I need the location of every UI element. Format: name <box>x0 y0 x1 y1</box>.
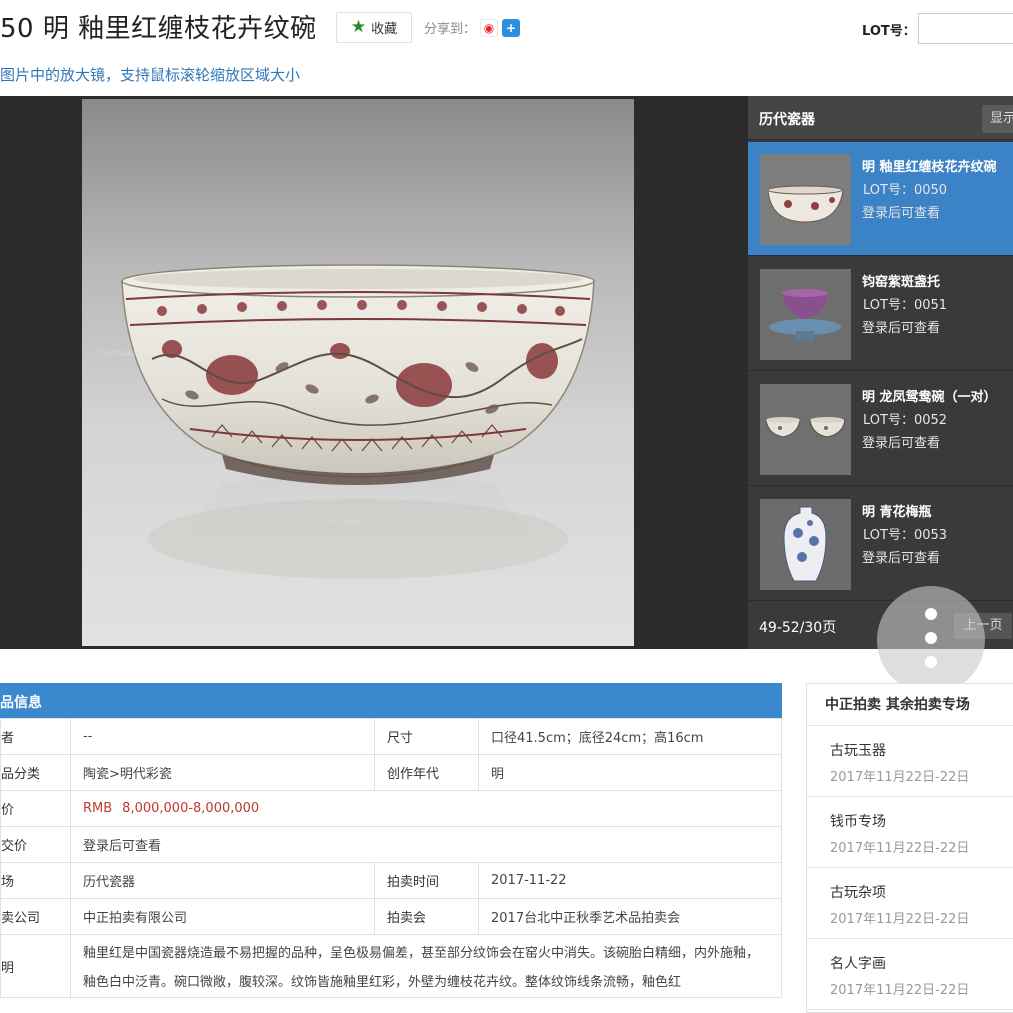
table-row: 交价 登录后可查看 <box>0 826 782 863</box>
show-button[interactable]: 显示 <box>982 105 1013 133</box>
table-row: 场 历代瓷器 拍卖时间 2017-11-22 <box>0 862 782 899</box>
thumbnail-name: 明 釉里红缠枝花卉纹碗 <box>862 160 997 175</box>
share-bar: 分享到： ◉ + <box>424 18 521 37</box>
estimate-key: 价 <box>0 790 71 827</box>
session-name: 钱币专场 <box>830 814 886 830</box>
deal-price-login-link[interactable]: 登录后可查看 <box>70 826 782 863</box>
session-date: 2017年11月22日-22日 <box>830 983 970 998</box>
lot-search-input[interactable] <box>918 13 1013 44</box>
size-key: 尺寸 <box>374 718 479 755</box>
thumbnail-login-hint: 登录后可查看 <box>862 321 941 336</box>
thumbnail-image <box>760 269 851 360</box>
session-list-item[interactable]: 钱币专场 2017年11月22日-22日 <box>807 797 1013 868</box>
thumbnail-lot: LOT号：0053 <box>863 528 948 543</box>
auction-date-key: 拍卖时间 <box>374 862 479 899</box>
thumbnail-name: 明 青花梅瓶 <box>862 505 932 520</box>
era-key: 创作年代 <box>374 754 479 791</box>
table-row: 明 釉里红是中国瓷器烧造最不易把握的品种，呈色极易偏差，甚至部分纹饰会在窑火中消… <box>0 934 782 998</box>
magnifier-tip: 图片中的放大镜，支持鼠标滚轮缩放区域大小 <box>0 66 301 84</box>
table-row: 价 RMB 8,000,000-8,000,000 <box>0 790 782 827</box>
session-list-item[interactable]: 古玩玉器 2017年11月22日-22日 <box>807 726 1013 797</box>
table-row: 卖公司 中正拍卖有限公司 拍卖会 2017台北中正秋季艺术品拍卖会 <box>0 898 782 935</box>
session-name: 古玩玉器 <box>830 743 886 759</box>
favorite-button[interactable]: ★ 收藏 <box>336 12 412 43</box>
auction-value: 2017台北中正秋季艺术品拍卖会 <box>478 898 782 935</box>
watermark-bottom: ©emaker <box>322 517 365 527</box>
thumbnail-item[interactable]: 钧窑紫斑盏托 LOT号：0051 登录后可查看 <box>748 257 1013 371</box>
era-value: 明 <box>478 754 782 791</box>
main-photo[interactable]: ©emaker ©emaker <box>82 99 634 646</box>
share-label: 分享到： <box>424 22 477 37</box>
info-header: 品信息 <box>0 683 782 718</box>
thumbnail-image <box>760 384 851 475</box>
thumbnail-item[interactable]: 明 青花梅瓶 LOT号：0053 登录后可查看 <box>748 487 1013 601</box>
thumbnail-lot: LOT号：0051 <box>863 298 948 313</box>
estimate-range: 8,000,000-8,000,000 <box>122 801 260 816</box>
thumbnail-lot: LOT号：0052 <box>863 413 948 428</box>
table-row: 品分类 陶瓷>明代彩瓷 创作年代 明 <box>0 754 782 791</box>
menu-dot-icon <box>925 632 937 644</box>
session-list-item[interactable]: 名人字画 2017年11月22日-22日 <box>807 939 1013 1010</box>
estimate-value: RMB 8,000,000-8,000,000 <box>70 790 782 827</box>
deal-price-key: 交价 <box>0 826 71 863</box>
thumbnail-image <box>760 499 851 590</box>
session-key: 场 <box>0 862 71 899</box>
thumbnail-name: 明 龙凤鸳鸯碗（一对） <box>862 390 997 405</box>
thumbnail-image <box>760 154 851 245</box>
page-indicator: 49-52/30页 <box>759 620 837 636</box>
info-title: 品信息 <box>0 695 42 711</box>
category-key: 品分类 <box>0 754 71 791</box>
thumbnail-panel: 历代瓷器 显示 明 釉里红缠枝花卉纹碗 LOT号：0050 登录后可查看 钧窑紫… <box>748 96 1013 649</box>
session-date: 2017年11月22日-22日 <box>830 841 970 856</box>
thumbnail-item[interactable]: 明 釉里红缠枝花卉纹碗 LOT号：0050 登录后可查看 <box>748 142 1013 256</box>
weibo-icon[interactable]: ◉ <box>480 18 499 37</box>
menu-dot-icon <box>925 608 937 620</box>
session-date: 2017年11月22日-22日 <box>830 912 970 927</box>
estimate-currency: RMB <box>83 801 113 816</box>
auction-date-value: 2017-11-22 <box>478 862 782 899</box>
thumbnail-lot: LOT号：0050 <box>863 183 948 198</box>
favorite-label: 收藏 <box>371 22 398 37</box>
star-icon: ★ <box>350 17 367 37</box>
description-key: 明 <box>0 934 71 998</box>
session-list-item[interactable]: 古玩杂项 2017年11月22日-22日 <box>807 868 1013 939</box>
thumbnail-panel-title: 历代瓷器 <box>759 112 815 128</box>
thumbnail-login-hint: 登录后可查看 <box>862 206 941 221</box>
session-name: 古玩杂项 <box>830 885 886 901</box>
image-viewer[interactable]: ©emaker ©emaker <box>0 96 748 649</box>
menu-dot-icon <box>925 656 937 668</box>
other-sessions-panel: 中正拍卖 其余拍卖专场 古玩玉器 2017年11月22日-22日 钱币专场 20… <box>806 683 1013 1013</box>
thumbnail-login-hint: 登录后可查看 <box>862 436 941 451</box>
company-key: 卖公司 <box>0 898 71 935</box>
auction-key: 拍卖会 <box>374 898 479 935</box>
size-value: 口径41.5cm；底径24cm；高16cm <box>478 718 782 755</box>
thumbnail-panel-header: 历代瓷器 显示 <box>748 96 1013 140</box>
thumbnail-login-hint: 登录后可查看 <box>862 551 941 566</box>
author-key: 者 <box>0 718 71 755</box>
session-name: 名人字画 <box>830 956 886 972</box>
category-value: 陶瓷>明代彩瓷 <box>70 754 375 791</box>
lot-label: LOT号： <box>862 24 916 39</box>
other-sessions-title: 中正拍卖 其余拍卖专场 <box>807 684 1013 726</box>
page-title: 50 明 釉里红缠枝花卉纹碗 <box>0 14 317 44</box>
thumbnail-name: 钧窑紫斑盏托 <box>862 275 941 290</box>
more-share-icon[interactable]: + <box>502 18 521 37</box>
bowl-image <box>121 264 595 594</box>
floating-menu-button[interactable] <box>877 586 985 694</box>
watermark-left: ©emaker <box>98 349 141 359</box>
info-table: 者 -- 尺寸 口径41.5cm；底径24cm；高16cm 品分类 陶瓷>明代彩… <box>0 718 782 998</box>
description-value: 釉里红是中国瓷器烧造最不易把握的品种，呈色极易偏差，甚至部分纹饰会在窑火中消失。… <box>70 934 782 998</box>
thumbnail-item[interactable]: 明 龙凤鸳鸯碗（一对） LOT号：0052 登录后可查看 <box>748 372 1013 486</box>
session-date: 2017年11月22日-22日 <box>830 770 970 785</box>
session-value: 历代瓷器 <box>70 862 375 899</box>
company-value: 中正拍卖有限公司 <box>70 898 375 935</box>
author-value: -- <box>70 718 375 755</box>
table-row: 者 -- 尺寸 口径41.5cm；底径24cm；高16cm <box>0 718 782 755</box>
